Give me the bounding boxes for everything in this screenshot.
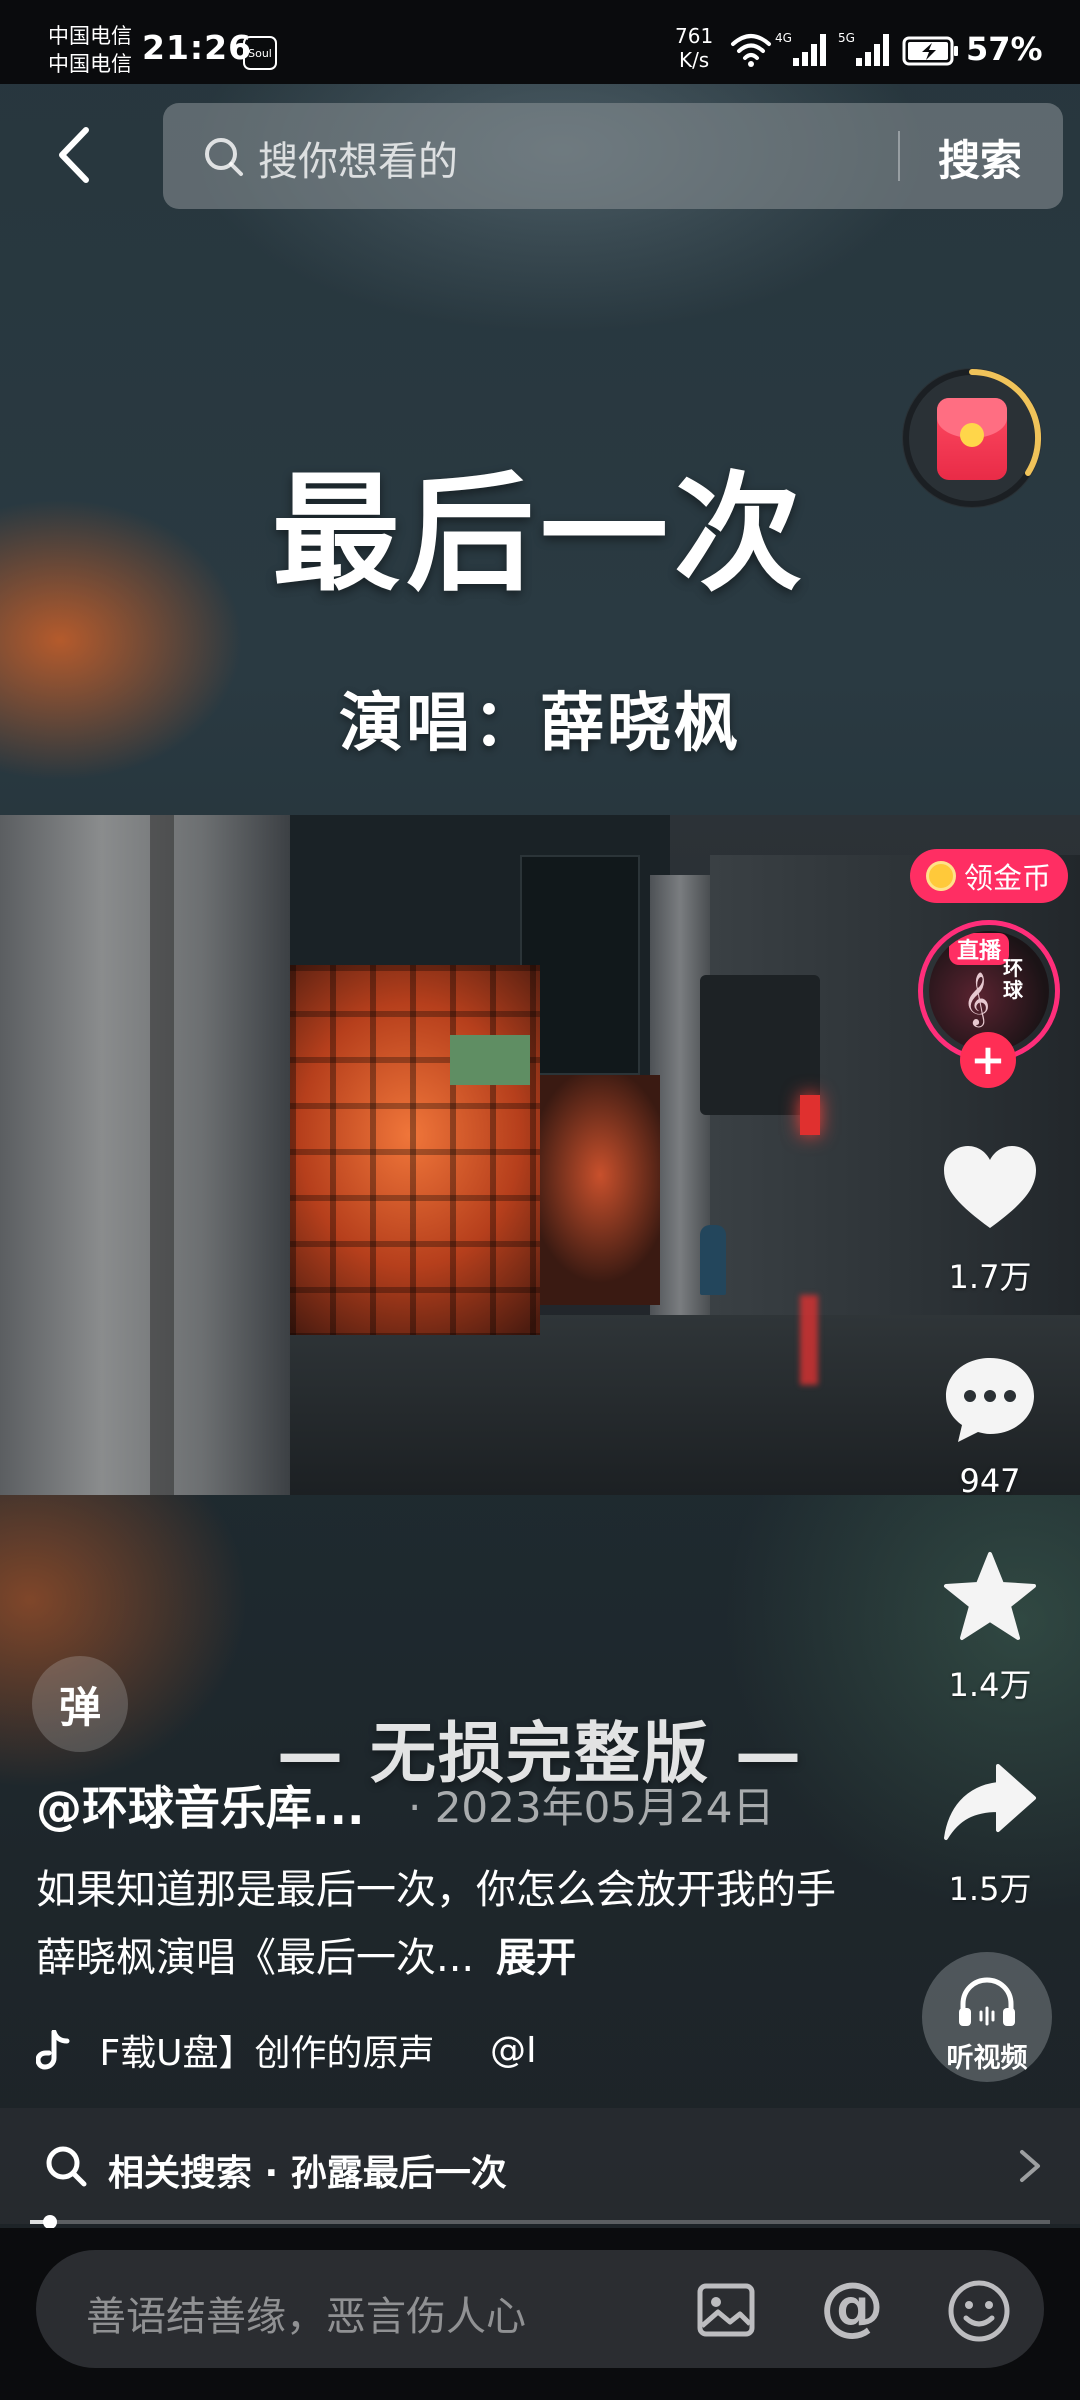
favorite-button[interactable]: 1.4万 <box>920 1548 1060 1706</box>
comment-input[interactable]: 善语结善缘，恶言伤人心 @ <box>36 2250 1044 2368</box>
battery-icon <box>902 36 958 66</box>
heart-icon <box>944 1146 1036 1228</box>
video-scene-pillar <box>0 815 290 1495</box>
mention-icon[interactable]: @ <box>820 2272 884 2342</box>
network-speed: 761 K/s <box>675 24 713 72</box>
chevron-right-icon <box>1020 2150 1040 2182</box>
battery-percentage: 57% <box>966 30 1043 68</box>
clock: 21:26 <box>142 28 253 67</box>
like-count: 1.7万 <box>948 1258 1032 1296</box>
red-packet-timer-button[interactable] <box>902 368 1042 508</box>
comment-button[interactable]: 947 <box>920 1350 1060 1500</box>
video-scene-red-reflection <box>800 1295 818 1385</box>
red-packet-icon <box>937 398 1007 480</box>
follow-plus-label: + <box>970 1035 1006 1084</box>
listen-video-button[interactable]: 听视频 <box>922 1952 1052 2082</box>
video-frame[interactable] <box>0 815 1080 1495</box>
cell-signal-5g-icon: 5G <box>838 31 889 66</box>
related-search-bar[interactable]: 相关搜索 · 孙露最后一次 <box>0 2108 1080 2224</box>
danmaku-toggle-button[interactable]: 弹 <box>32 1656 128 1752</box>
video-scene-pillar-shadow <box>150 815 174 1495</box>
tiktok-music-note-icon <box>36 2030 70 2070</box>
cell-signal-4g-icon: 4G <box>775 31 826 66</box>
search-input-placeholder[interactable]: 搜你想看的 <box>258 129 458 187</box>
post-date: · 2023年05月24日 <box>408 1783 775 1832</box>
like-button[interactable]: 1.7万 <box>920 1140 1060 1298</box>
headphones-icon <box>959 1977 1015 2026</box>
coin-icon <box>926 861 956 891</box>
music-marquee[interactable]: F载U盘】创作的原声 @I <box>36 2024 576 2084</box>
video-scene-shopfront <box>290 965 540 1335</box>
share-count: 1.5万 <box>948 1870 1032 1908</box>
status-bar: 中国电信 中国电信 21:26 Soul 761 K/s 4G 5G 57% <box>0 0 1080 84</box>
search-button[interactable]: 搜索 <box>938 127 1022 188</box>
carrier-1: 中国电信 <box>48 24 132 48</box>
network-speed-value: 761 <box>675 24 714 48</box>
listen-video-label: 听视频 <box>946 2043 1028 2074</box>
carrier-2: 中国电信 <box>48 52 132 76</box>
wifi-icon <box>731 34 771 67</box>
star-icon <box>944 1552 1036 1640</box>
follow-button[interactable]: + <box>960 1032 1016 1088</box>
video-scene-shopfront-2 <box>540 1075 660 1305</box>
favorite-count: 1.4万 <box>948 1666 1032 1704</box>
image-icon[interactable] <box>696 2280 756 2340</box>
search-icon <box>46 2146 87 2187</box>
claim-coins-badge[interactable]: 领金币 <box>910 849 1068 903</box>
video-description[interactable]: 如果知道那是最后一次，你怎么会放开我的手 薛晓枫演唱《最后一次... 展开 <box>36 1856 836 1992</box>
video-scene-green-sign <box>450 1035 530 1085</box>
claim-coins-label: 领金币 <box>964 861 1052 895</box>
video-scene-red-light <box>800 1095 820 1135</box>
network-speed-unit: K/s <box>678 48 710 72</box>
live-label: 直播 <box>949 933 1010 965</box>
expand-description-button[interactable]: 展开 <box>496 1935 576 1981</box>
description-text: 如果知道那是最后一次，你怎么会放开我的手 薛晓枫演唱《最后一次... <box>36 1867 836 1981</box>
comment-bubble-icon <box>946 1358 1034 1442</box>
search-icon <box>205 138 243 176</box>
music-source-text: F载U盘】创作的原声 <box>99 2033 435 2074</box>
video-scene-person <box>700 1225 726 1295</box>
soul-app-icon: Soul <box>243 36 277 70</box>
treble-clef-icon: 𝄞 <box>963 971 991 1025</box>
related-search-text: 相关搜索 · 孙露最后一次 <box>108 2153 507 2194</box>
signal-5g-label: 5G <box>838 31 855 45</box>
music-author-text: @I <box>489 2029 537 2071</box>
back-arrow-icon[interactable] <box>52 124 98 186</box>
video-singer-text: 演唱：薛晓枫 <box>339 687 741 761</box>
search-divider <box>898 131 900 181</box>
share-button[interactable]: 1.5万 <box>920 1752 1060 1910</box>
emoji-icon[interactable] <box>946 2278 1012 2344</box>
carrier-labels: 中国电信 中国电信 <box>48 22 132 78</box>
share-arrow-icon <box>944 1764 1036 1840</box>
comment-count: 947 <box>959 1462 1021 1500</box>
danmaku-label: 弹 <box>58 1682 101 1732</box>
video-progress-bar[interactable] <box>30 2215 1050 2229</box>
soul-app-label: Soul <box>248 46 272 60</box>
avatar-name: 环球 <box>1003 956 1023 1002</box>
search-bar[interactable]: 搜你想看的 搜索 <box>163 103 1063 209</box>
author-name[interactable]: @环球音乐库... <box>36 1772 364 1838</box>
video-scene-arch <box>700 975 820 1115</box>
comment-input-placeholder: 善语结善缘，恶言伤人心 <box>86 2294 526 2340</box>
signal-4g-label: 4G <box>775 31 792 45</box>
comment-bar: 善语结善缘，恶言伤人心 @ <box>0 2228 1080 2400</box>
